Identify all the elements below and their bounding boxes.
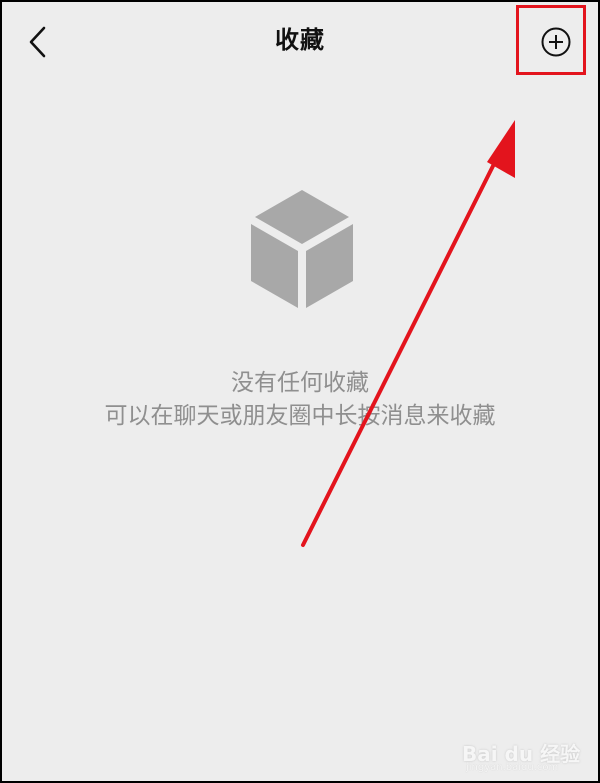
empty-state-subtitle: 可以在聊天或朋友圈中长按消息来收藏 (104, 403, 496, 429)
favorites-screen: 收藏 没有任何收藏 可以在聊天或朋友圈中长按消息来收藏 Bai du 经验 ji… (0, 0, 600, 783)
highlight-box (516, 5, 586, 75)
cube-icon (251, 190, 353, 308)
watermark-site: jingyan.baidu.com (466, 762, 559, 773)
empty-state-title: 没有任何收藏 (231, 370, 369, 396)
baidu-jingyan-watermark: Bai du 经验 jingyan.baidu.com (462, 722, 594, 773)
page-title: 收藏 (275, 26, 325, 54)
navigation-bar: 收藏 (2, 2, 598, 84)
